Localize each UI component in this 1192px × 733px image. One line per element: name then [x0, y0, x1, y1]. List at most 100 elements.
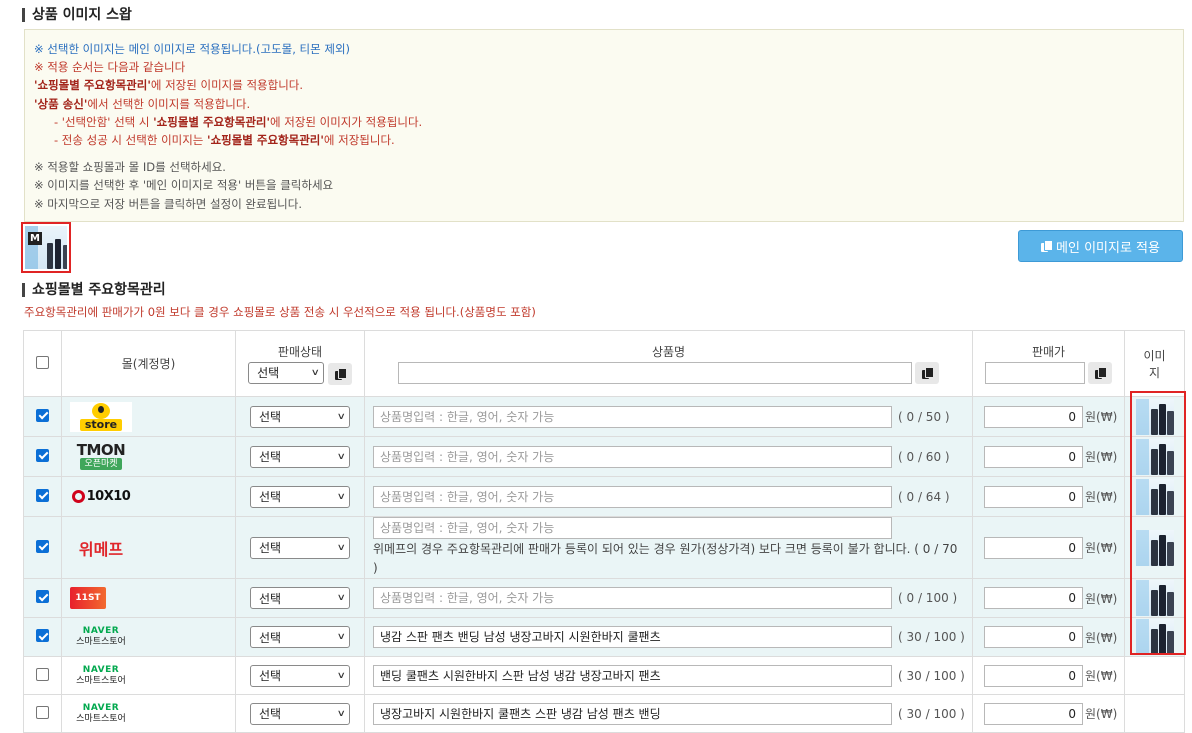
- status-cell: 선택 ∨: [235, 656, 365, 695]
- char-count: ( 30 / 100 ): [898, 630, 965, 644]
- mall-cell: NAVER 스마트스토어: [61, 617, 236, 657]
- notice-box: ※ 선택한 이미지는 메인 이미지로 적용됩니다.(고도몰, 티몬 제외) ※ …: [24, 29, 1184, 222]
- chevron-down-icon: ∨: [337, 411, 347, 422]
- sale-status-select[interactable]: 선택 ∨: [250, 536, 350, 559]
- wemakeprice-logo: 위메프: [78, 539, 124, 559]
- mall-cell: 위메프: [61, 516, 236, 579]
- header-image: 이미 지: [1124, 330, 1185, 397]
- sale-status-select[interactable]: 선택 ∨: [250, 664, 350, 687]
- header-price: 판매가: [972, 330, 1125, 397]
- product-name-cell: 밴딩 쿨팬츠 시원한바지 스판 남성 냉감 냉장고바지 팬츠 ( 30 / 100…: [364, 656, 973, 695]
- product-name-input[interactable]: 상품명입력 : 한글, 영어, 숫자 가능: [373, 405, 892, 428]
- product-name-input[interactable]: 상품명입력 : 한글, 영어, 숫자 가능: [373, 517, 892, 539]
- bulk-price-input[interactable]: [984, 362, 1085, 384]
- currency-unit: 원(₩): [1085, 707, 1118, 721]
- sale-status-select[interactable]: 선택 ∨: [250, 445, 350, 468]
- sale-status-value: 선택: [259, 541, 282, 555]
- header-select-all: [23, 330, 62, 397]
- naver-smartstore-logo: NAVER 스마트스토어: [70, 699, 132, 729]
- price-input[interactable]: 0: [984, 445, 1083, 468]
- char-count: ( 0 / 100 ): [898, 591, 958, 605]
- 10x10-logo: 10X10: [70, 482, 132, 512]
- price-cell: 0 원(₩): [972, 617, 1125, 657]
- notice-text: 에서 선택한 이미지를 적용합니다.: [87, 96, 251, 111]
- mall-cell: 10X10: [61, 476, 236, 517]
- currency-unit: 원(₩): [1085, 541, 1118, 555]
- header-status: 판매상태 선택 ∨: [235, 330, 365, 397]
- sale-status-value: 선택: [259, 630, 282, 645]
- sale-status-select[interactable]: 선택 ∨: [250, 702, 350, 725]
- price-input[interactable]: 0: [984, 485, 1083, 508]
- bulk-name-input[interactable]: [397, 362, 912, 384]
- sale-status-value: 선택: [259, 707, 282, 721]
- price-priority-note: 주요항목관리에 판매가가 0원 보다 클 경우 쇼핑몰로 상품 전송 시 우선적…: [24, 305, 536, 319]
- product-name-input[interactable]: 상품명입력 : 한글, 영어, 숫자 가능: [373, 445, 892, 468]
- sale-status-select[interactable]: 선택 ∨: [250, 587, 350, 609]
- table-row: NAVER 스마트스토어 선택 ∨ 냉감 스판 팬츠 밴딩 남성 냉장고바지 시원한바지…: [23, 617, 1185, 657]
- product-name-input[interactable]: 냉감 스판 팬츠 밴딩 남성 냉장고바지 시원한바지 쿨팬츠: [373, 626, 892, 648]
- price-cell: 0 원(₩): [972, 396, 1125, 437]
- main-image-thumbnail[interactable]: M: [21, 222, 71, 273]
- currency-unit: 원(₩): [1085, 591, 1118, 606]
- chevron-down-icon: ∨: [337, 451, 347, 462]
- notice-line: '상품 송신'에서 선택한 이미지를 적용합니다.: [34, 95, 1174, 113]
- notice-line: - 전송 성공 시 선택한 이미지는 '쇼핑몰별 주요항목관리'에 저장됩니다.: [34, 131, 1174, 149]
- notice-line: - '선택안함' 선택 시 '쇼핑몰별 주요항목관리'에 저장된 이미지가 적용…: [34, 113, 1174, 131]
- row-checkbox[interactable]: [36, 590, 49, 603]
- section-title-mall-management: 쇼핑몰별 주요항목관리: [22, 283, 166, 297]
- naver-logo-sub: 스마트스토어: [76, 637, 126, 647]
- row-checkbox-cell: [23, 436, 62, 477]
- naver-logo-text: NAVER: [82, 664, 120, 675]
- price-input[interactable]: 0: [984, 702, 1083, 725]
- select-all-checkbox[interactable]: [36, 355, 49, 369]
- price-cell: 0 원(₩): [972, 476, 1125, 517]
- notice-line: ※ 선택한 이미지는 메인 이미지로 적용됩니다.(고도몰, 티몬 제외): [34, 42, 351, 56]
- section-title-image-swap: 상품 이미지 스왑: [22, 8, 132, 22]
- header-mall: 몰(계정명): [61, 330, 236, 397]
- product-name-input[interactable]: 밴딩 쿨팬츠 시원한바지 스판 남성 냉감 냉장고바지 팬츠: [373, 664, 892, 687]
- bulk-status-copy-button[interactable]: [327, 362, 352, 385]
- price-input[interactable]: 0: [984, 626, 1083, 648]
- sale-status-select[interactable]: 선택 ∨: [250, 405, 350, 428]
- row-checkbox[interactable]: [36, 448, 49, 462]
- price-input[interactable]: 0: [984, 405, 1083, 428]
- row-checkbox[interactable]: [36, 667, 49, 681]
- row-checkbox-cell: [23, 617, 62, 657]
- row-checkbox[interactable]: [36, 539, 49, 553]
- bulk-price-copy-button[interactable]: [1088, 362, 1113, 384]
- kakao-store-logo: store: [70, 401, 132, 432]
- status-cell: 선택 ∨: [235, 578, 365, 618]
- row-checkbox-cell: [23, 656, 62, 695]
- naver-logo-text: NAVER: [82, 702, 120, 713]
- row-checkbox-cell: [23, 516, 62, 579]
- price-input[interactable]: 0: [984, 664, 1083, 687]
- chevron-down-icon: ∨: [337, 632, 347, 642]
- price-input[interactable]: 0: [984, 536, 1083, 559]
- row-checkbox[interactable]: [36, 629, 49, 642]
- 11st-logo-text: 11ST: [70, 587, 106, 609]
- notice-line: ※ 적용할 쇼핑몰과 몰 ID를 선택하세요.: [34, 160, 226, 175]
- bulk-name-copy-button[interactable]: [915, 362, 940, 384]
- price-input[interactable]: 0: [984, 587, 1083, 609]
- notice-text: 에 저장된 이미지가 적용됩니다.: [270, 114, 423, 129]
- currency-unit: 원(₩): [1085, 410, 1118, 424]
- product-name-input[interactable]: 냉장고바지 시원한바지 쿨팬츠 스판 냉감 남성 팬츠 밴딩: [373, 702, 892, 725]
- header-image-label: 이미: [1143, 348, 1166, 363]
- sale-status-value: 선택: [259, 591, 282, 606]
- row-checkbox[interactable]: [36, 408, 49, 422]
- bulk-status-select[interactable]: 선택 ∨: [248, 361, 325, 384]
- table-row: NAVER 스마트스토어 선택 ∨ 밴딩 쿨팬츠 시원한바지 스판 남성 냉감 냉장고바…: [23, 656, 1185, 695]
- naver-smartstore-logo: NAVER 스마트스토어: [70, 661, 132, 691]
- row-checkbox[interactable]: [36, 705, 49, 719]
- product-name-input[interactable]: 상품명입력 : 한글, 영어, 숫자 가능: [373, 485, 892, 508]
- chevron-down-icon: ∨: [311, 367, 321, 378]
- sale-status-select[interactable]: 선택 ∨: [250, 485, 350, 508]
- row-checkbox[interactable]: [36, 488, 49, 502]
- notice-line: ※ 마지막으로 저장 버튼을 클릭하면 설정이 완료됩니다.: [34, 196, 302, 211]
- tmon-logo-sub: 오픈마켓: [80, 458, 122, 470]
- product-name-input[interactable]: 상품명입력 : 한글, 영어, 숫자 가능: [373, 587, 892, 609]
- wemakeprice-warning: 위메프의 경우 주요항목관리에 판매가 등록이 되어 있는 경우 원가(정상가격…: [373, 542, 958, 575]
- apply-main-image-button[interactable]: 메인 이미지로 적용: [1018, 230, 1183, 262]
- sale-status-select[interactable]: 선택 ∨: [250, 626, 350, 648]
- row-checkbox-cell: [23, 396, 62, 437]
